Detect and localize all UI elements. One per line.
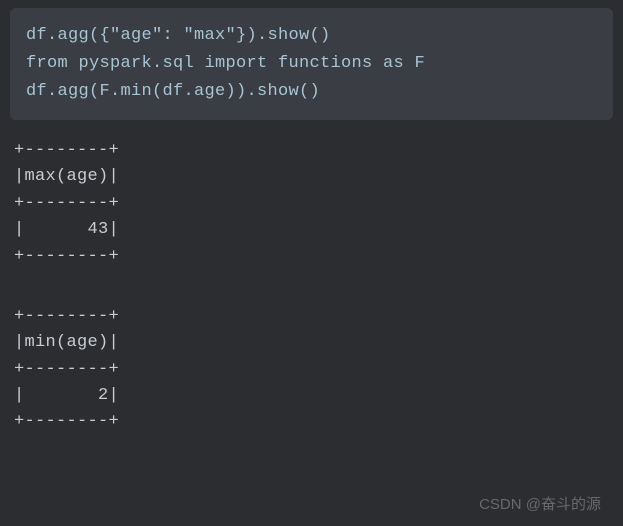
output-header: |max(age)|	[14, 164, 609, 190]
output-header: |min(age)|	[14, 330, 609, 356]
output-border: +--------+	[14, 409, 609, 435]
output-block-2: +--------+ |min(age)| +--------+ | 2| +-…	[0, 296, 623, 444]
watermark: CSDN @奋斗的源	[479, 493, 601, 514]
code-line-4: df.agg(F.min(df.age)).show()	[26, 78, 597, 106]
output-border: +--------+	[14, 191, 609, 217]
output-border: +--------+	[14, 244, 609, 270]
code-line-3: from pyspark.sql import functions as F	[26, 50, 597, 78]
output-border: +--------+	[14, 304, 609, 330]
output-border: +--------+	[14, 138, 609, 164]
output-value: | 2|	[14, 383, 609, 409]
output-border: +--------+	[14, 357, 609, 383]
output-value: | 43|	[14, 217, 609, 243]
spacer	[0, 278, 623, 296]
output-block-1: +--------+ |max(age)| +--------+ | 43| +…	[0, 130, 623, 278]
code-line-1: df.agg({"age": "max"}).show()	[26, 22, 597, 50]
code-block: df.agg({"age": "max"}).show() from pyspa…	[10, 8, 613, 120]
